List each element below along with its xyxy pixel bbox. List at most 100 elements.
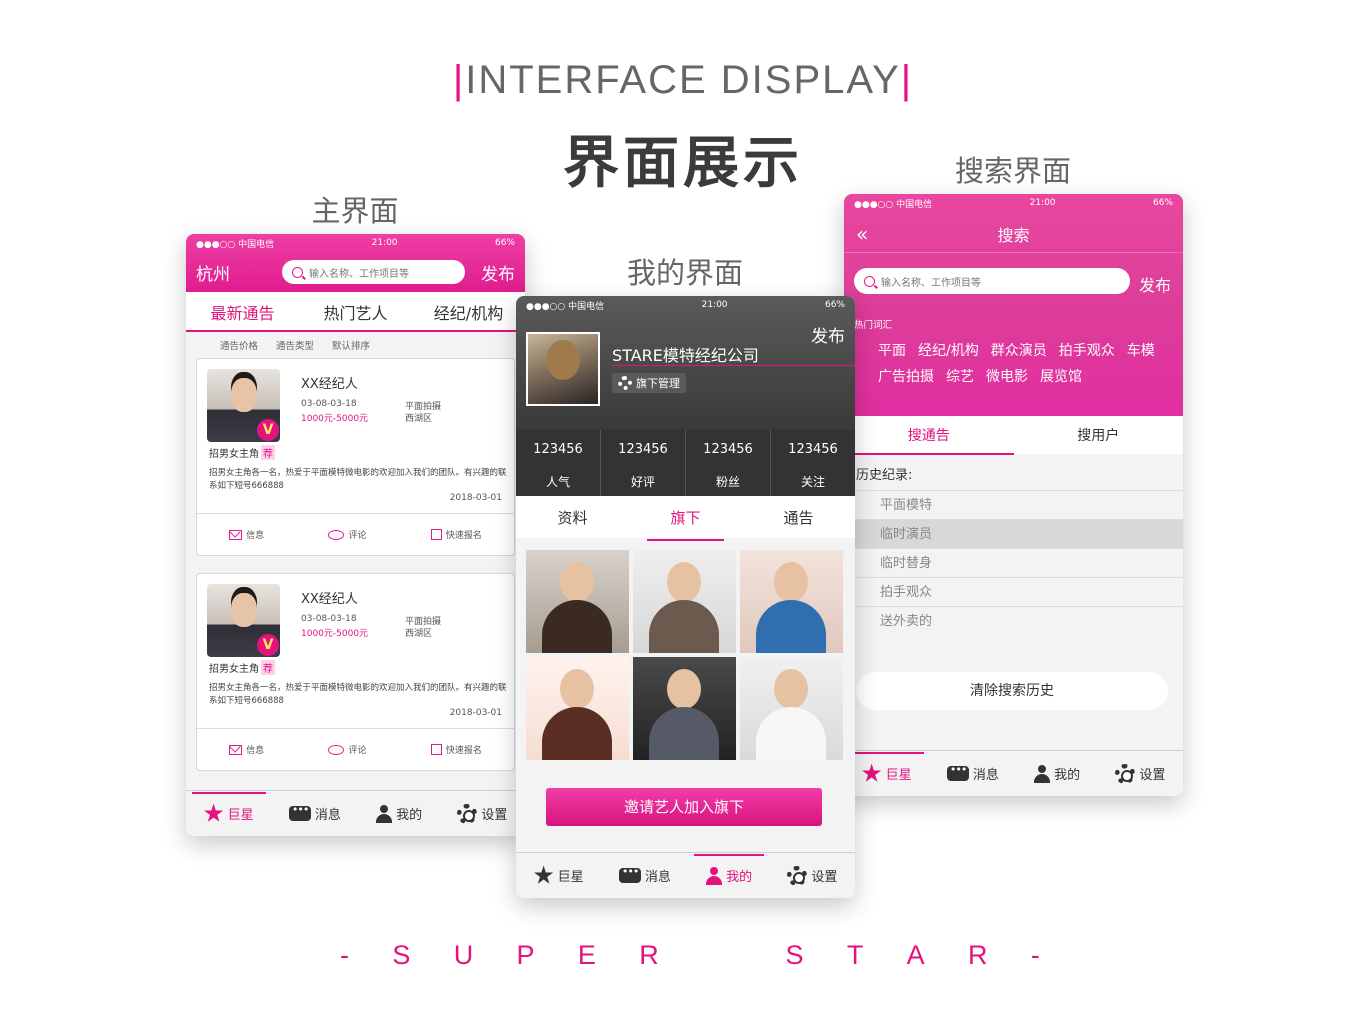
nav-mine[interactable]: 我的: [376, 804, 422, 823]
nav-mine[interactable]: 我的: [1034, 764, 1080, 783]
tab-notices[interactable]: 通告: [742, 507, 855, 528]
notice-description: 招男女主角各一名，热爱于平面模特微电影的欢迎加入我们的团队。有兴趣的联系如下短号…: [209, 683, 507, 706]
phone-search-screen: ●●●○○ 中国电信 21:00 66% « 搜索 输入名称、工作项目等 发布 …: [844, 194, 1183, 796]
comment-action[interactable]: 评论: [328, 743, 367, 756]
status-bar: ●●●○○ 中国电信 21:00 66%: [186, 234, 525, 252]
tab-underline: [186, 330, 525, 332]
filter-sort[interactable]: 默认排序: [332, 338, 370, 352]
label-search-screen: 搜索界面: [954, 154, 1071, 188]
name-underline: [612, 365, 855, 366]
tab-hot-artists[interactable]: 热门艺人: [299, 300, 412, 324]
nav-settings-label: 设置: [1139, 768, 1166, 783]
nav-settings-label: 设置: [481, 808, 508, 823]
hot-word[interactable]: 展览馆: [1040, 366, 1082, 386]
gear-icon: [457, 803, 478, 824]
main-tabs: 最新通告 热门艺人 经纪/机构: [186, 292, 525, 332]
label-main-screen: 主界面: [311, 194, 399, 228]
nav-settings[interactable]: 设置: [1115, 763, 1166, 784]
search-placeholder: 输入名称、工作项目等: [309, 268, 409, 280]
notice-role: 招男女主角荐: [209, 660, 275, 675]
artist-photo[interactable]: [633, 657, 736, 760]
stat-value: 123456: [533, 442, 583, 457]
notice-card[interactable]: V XX经纪人 03-08-03-18 1000元-5000元 平面拍摄 西湖区…: [196, 573, 515, 771]
invite-artist-button[interactable]: 邀请艺人加入旗下: [546, 788, 822, 826]
tab-search-users[interactable]: 搜用户: [1014, 425, 1184, 445]
battery: 66%: [494, 238, 515, 248]
nav-messages[interactable]: 消息: [618, 865, 671, 885]
stat-reviews[interactable]: 123456 好评: [601, 430, 686, 496]
manage-button[interactable]: 旗下管理: [612, 373, 686, 393]
notice-card[interactable]: V XX经纪人 03-08-03-18 1000元-5000元 平面拍摄 西湖区…: [196, 358, 515, 556]
carrier: ●●●○○ 中国电信: [196, 239, 275, 250]
comment-icon: [328, 529, 345, 540]
history-item[interactable]: 平面模特: [844, 490, 1183, 519]
message-action[interactable]: 信息: [229, 743, 264, 756]
edit-icon: [430, 529, 442, 540]
quick-apply-action[interactable]: 快速报名: [430, 743, 482, 756]
nav-star[interactable]: 巨星: [191, 791, 266, 824]
hot-word[interactable]: 微电影: [986, 366, 1028, 386]
nav-star-label: 巨星: [227, 808, 254, 823]
nav-settings[interactable]: 设置: [787, 865, 838, 886]
nav-settings-label: 设置: [811, 870, 838, 885]
history-item[interactable]: 临时演员: [844, 519, 1183, 548]
nav-star[interactable]: 巨星: [849, 751, 924, 784]
company-avatar[interactable]: [526, 332, 600, 406]
nav-messages[interactable]: 消息: [946, 763, 999, 783]
footer-letter: R: [639, 940, 659, 970]
history-item[interactable]: 临时替身: [844, 548, 1183, 577]
tab-profile[interactable]: 资料: [516, 507, 629, 528]
tab-artists[interactable]: 旗下: [629, 507, 742, 541]
hot-word[interactable]: 平面: [878, 340, 906, 360]
tab-agencies[interactable]: 经纪/机构: [412, 300, 525, 324]
artist-photo[interactable]: [740, 657, 843, 760]
nav-mine[interactable]: 我的: [694, 854, 765, 885]
publish-button[interactable]: 发布: [1139, 272, 1171, 296]
city-selector[interactable]: 杭州: [196, 260, 266, 285]
nav-settings[interactable]: 设置: [457, 803, 508, 824]
artist-photo[interactable]: [633, 550, 736, 653]
search-input[interactable]: 输入名称、工作项目等: [282, 260, 465, 284]
hot-word[interactable]: 广告拍摄: [878, 366, 934, 386]
stat-fans[interactable]: 123456 粉丝: [686, 430, 771, 496]
filter-type[interactable]: 通告类型: [276, 338, 314, 352]
hot-word[interactable]: 综艺: [946, 366, 974, 386]
message-action[interactable]: 信息: [229, 528, 264, 541]
nav-star[interactable]: 巨星: [534, 865, 584, 886]
footer-super-star: - S U P E R S T A R -: [340, 940, 1040, 971]
publish-button[interactable]: 发布: [811, 322, 845, 347]
nav-messages-label: 消息: [972, 768, 999, 783]
chat-icon: [946, 763, 969, 781]
quick-apply-label: 快速报名: [445, 746, 482, 756]
hot-word[interactable]: 群众演员: [991, 340, 1047, 360]
card-actions: 信息 评论 快速报名: [197, 513, 514, 555]
artist-photo[interactable]: [526, 657, 629, 760]
star-icon: [204, 803, 224, 822]
nav-messages[interactable]: 消息: [288, 803, 341, 823]
quick-apply-action[interactable]: 快速报名: [430, 528, 482, 541]
clock: 21:00: [371, 238, 398, 248]
search-input[interactable]: 输入名称、工作项目等: [854, 268, 1130, 294]
footer-letter: S: [392, 940, 411, 970]
artist-photo[interactable]: [526, 550, 629, 653]
history-item[interactable]: 拍手观众: [844, 577, 1183, 606]
manage-label: 旗下管理: [636, 377, 680, 390]
comment-icon: [328, 744, 345, 755]
stat-popularity[interactable]: 123456 人气: [516, 430, 601, 496]
artist-photo[interactable]: [740, 550, 843, 653]
footer-gap: [702, 940, 742, 971]
publish-button[interactable]: 发布: [481, 260, 515, 285]
comment-action[interactable]: 评论: [328, 528, 367, 541]
history-item[interactable]: 送外卖的: [844, 606, 1183, 635]
stat-following[interactable]: 123456 关注: [771, 430, 855, 496]
hot-word[interactable]: 拍手观众: [1059, 340, 1115, 360]
hot-word[interactable]: 经纪/机构: [918, 340, 979, 360]
stat-label: 粉丝: [715, 475, 740, 489]
clear-history-button[interactable]: 清除搜索历史: [856, 672, 1168, 710]
footer-letter: T: [846, 940, 864, 970]
tab-latest-notice[interactable]: 最新通告: [186, 300, 299, 324]
user-icon: [706, 866, 723, 885]
filter-price[interactable]: 通告价格: [220, 338, 258, 352]
hot-word[interactable]: 车模: [1127, 340, 1155, 360]
tab-search-notices[interactable]: 搜通告: [844, 425, 1014, 455]
